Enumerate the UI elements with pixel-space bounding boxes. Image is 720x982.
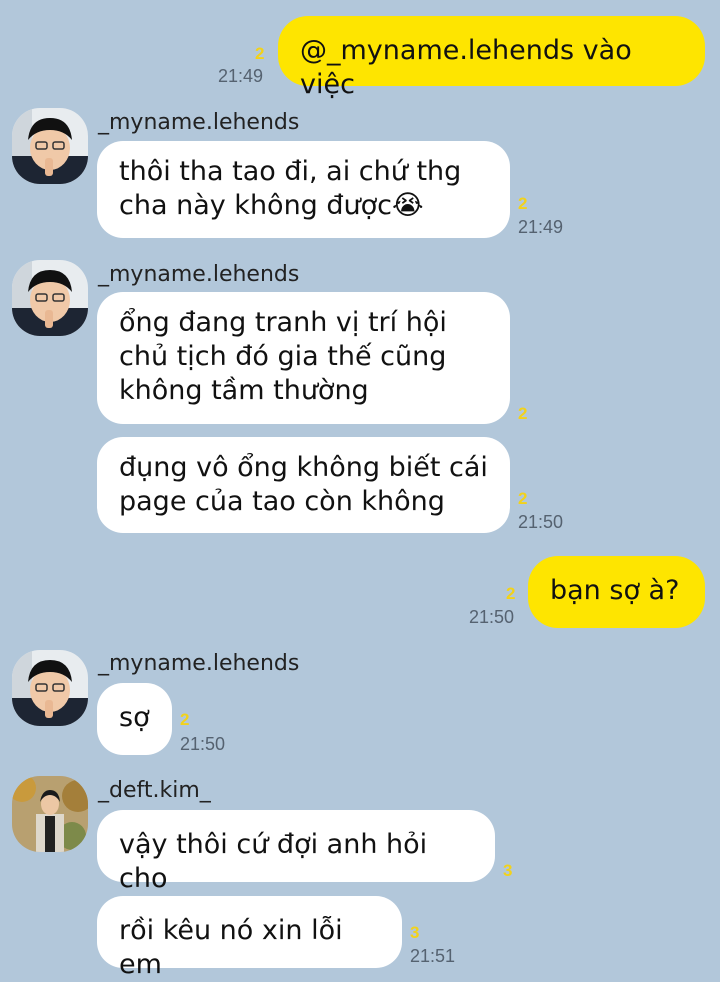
sender-name: _myname.lehends bbox=[98, 651, 300, 676]
message-time: 21:51 bbox=[410, 946, 456, 966]
sender-name: _myname.lehends bbox=[98, 110, 300, 135]
outgoing-message-bubble[interactable]: @_myname.lehends vào việc bbox=[278, 16, 705, 100]
unread-count: 2 bbox=[518, 489, 528, 508]
message-time: 21:49 bbox=[218, 66, 264, 86]
incoming-message-bubble[interactable]: thôi tha tao đi, ai chứ thg cha này khôn… bbox=[97, 141, 510, 238]
unread-count: 2 bbox=[518, 404, 528, 423]
unread-count: 3 bbox=[410, 923, 420, 942]
unread-count: 2 bbox=[180, 710, 190, 729]
sender-name: _deft.kim_ bbox=[98, 778, 211, 803]
avatar-lehends[interactable] bbox=[12, 108, 88, 184]
unread-count: 2 bbox=[506, 584, 516, 603]
unread-count: 3 bbox=[503, 861, 513, 880]
avatar-deft[interactable] bbox=[12, 776, 88, 852]
message-time: 21:50 bbox=[469, 607, 515, 627]
unread-count: 2 bbox=[518, 194, 528, 213]
avatar-lehends[interactable] bbox=[12, 650, 88, 726]
incoming-message-bubble[interactable]: ổng đang tranh vị trí hội chủ tịch đó gi… bbox=[97, 292, 510, 424]
message-time: 21:49 bbox=[518, 217, 564, 237]
outgoing-message-bubble[interactable]: bạn sợ à? bbox=[528, 556, 705, 628]
incoming-message-bubble[interactable]: sợ bbox=[97, 683, 172, 755]
message-time: 21:50 bbox=[518, 512, 564, 532]
sender-name: _myname.lehends bbox=[98, 262, 300, 287]
unread-count: 2 bbox=[255, 44, 265, 63]
message-time: 21:50 bbox=[180, 734, 226, 754]
incoming-message-bubble[interactable]: vậy thôi cứ đợi anh hỏi cho bbox=[97, 810, 495, 894]
incoming-message-bubble[interactable]: đụng vô ổng không biết cái page của tao … bbox=[97, 437, 510, 533]
avatar-lehends[interactable] bbox=[12, 260, 88, 336]
incoming-message-bubble[interactable]: rồi kêu nó xin lỗi em bbox=[97, 896, 402, 980]
